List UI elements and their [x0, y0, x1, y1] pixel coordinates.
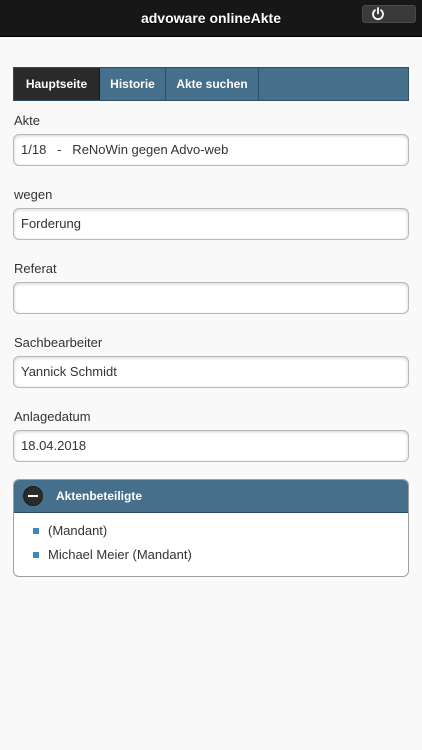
logout-button[interactable]	[362, 5, 416, 23]
minus-icon[interactable]	[23, 486, 43, 506]
akte-label: Akte	[14, 113, 41, 128]
aktenbeteiligte-section: Aktenbeteiligte (Mandant) Michael Meier …	[13, 479, 409, 577]
anlagedatum-label: Anlagedatum	[14, 409, 91, 424]
aktenbeteiligte-title: Aktenbeteiligte	[56, 489, 143, 503]
list-item-label: Michael Meier (Mandant)	[48, 547, 192, 562]
app-title: advoware onlineAkte	[140, 10, 282, 26]
tab-akte-suchen[interactable]: Akte suchen	[166, 68, 259, 100]
main-navbar: Hauptseite Historie Akte suchen	[13, 67, 409, 101]
aktenbeteiligte-header[interactable]: Aktenbeteiligte	[14, 480, 408, 513]
referat-label: Referat	[14, 261, 57, 276]
bullet-icon	[33, 528, 39, 534]
sachbearbeiter-label: Sachbearbeiter	[14, 335, 103, 350]
akte-field[interactable]: 1/18 - ReNoWin gegen Advo-web	[13, 134, 409, 166]
tab-hauptseite[interactable]: Hauptseite	[14, 68, 100, 100]
list-item-label: (Mandant)	[48, 523, 108, 538]
power-icon	[372, 7, 384, 21]
list-item: Michael Meier (Mandant)	[14, 547, 408, 567]
anlagedatum-field[interactable]: 18.04.2018	[13, 430, 409, 462]
wegen-label: wegen	[14, 187, 53, 202]
list-item: (Mandant)	[14, 523, 408, 543]
wegen-field[interactable]: Forderung	[13, 208, 409, 240]
bullet-icon	[33, 552, 39, 558]
app-header: advoware onlineAkte	[0, 0, 422, 37]
sachbearbeiter-field[interactable]: Yannick Schmidt	[13, 356, 409, 388]
tab-historie[interactable]: Historie	[100, 68, 166, 100]
referat-field[interactable]	[13, 282, 409, 314]
